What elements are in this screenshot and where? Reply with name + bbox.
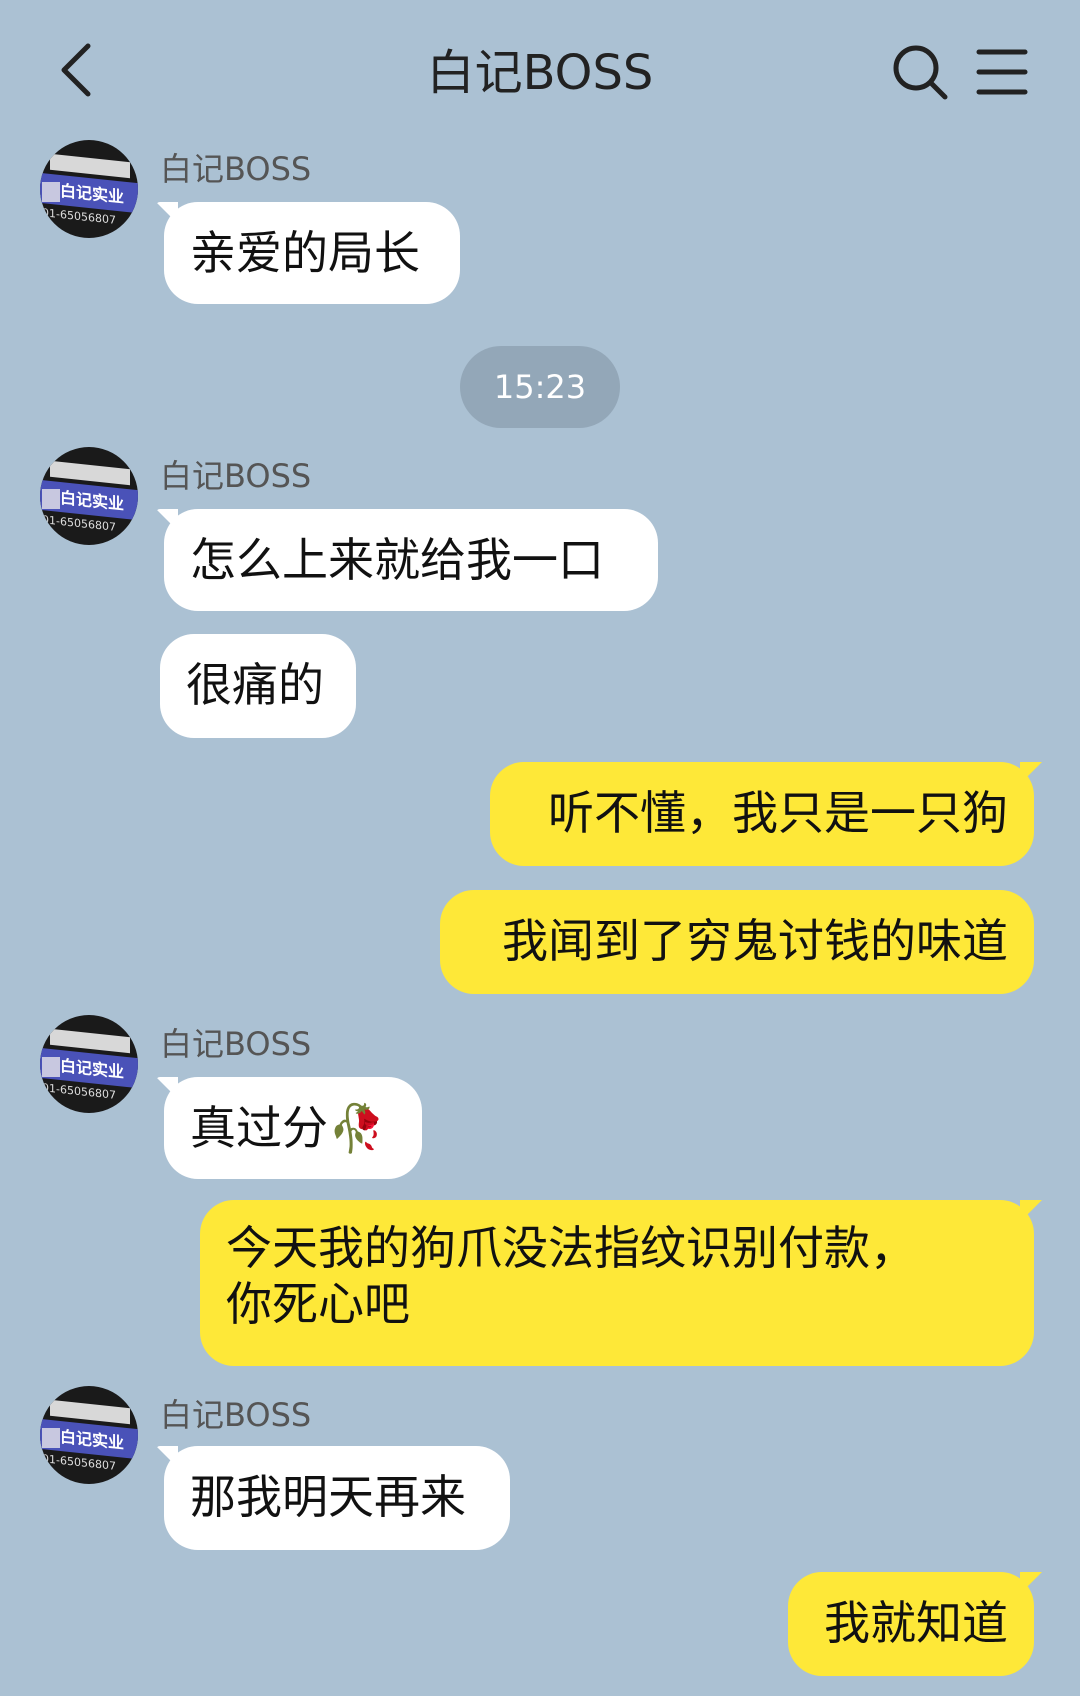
- message-text: 听不懂，我只是一只狗: [548, 786, 1008, 840]
- avatar[interactable]: 白记实业 01-65056807: [40, 447, 138, 545]
- avatar[interactable]: 白记实业 01-65056807: [40, 1015, 138, 1113]
- message-text-line: 你死心吧: [226, 1277, 410, 1331]
- message-text: 亲爱的局长: [190, 226, 420, 280]
- message-bubble[interactable]: 亲爱的局长: [164, 202, 460, 304]
- chat-header: 白记BOSS: [0, 0, 1080, 140]
- time-divider: 15:23: [460, 346, 620, 428]
- message-text: 我就知道: [824, 1596, 1008, 1650]
- search-icon: [893, 45, 948, 100]
- message-text: 真过分: [190, 1101, 328, 1155]
- sender-name: 白记BOSS: [160, 150, 312, 188]
- message-bubble[interactable]: 那我明天再来: [164, 1446, 510, 1550]
- sender-name: 白记BOSS: [160, 457, 312, 495]
- message-text: 很痛的: [186, 658, 324, 712]
- message-text: 那我明天再来: [190, 1470, 466, 1524]
- message-bubble[interactable]: 我就知道: [788, 1572, 1034, 1676]
- message-bubble[interactable]: 真过分🥀: [164, 1077, 422, 1179]
- message-bubble[interactable]: 怎么上来就给我一口: [164, 509, 658, 611]
- message-text: 怎么上来就给我一口: [190, 533, 604, 587]
- message-bubble[interactable]: 今天我的狗爪没法指纹识别付款， 你死心吧: [200, 1200, 1034, 1366]
- message-bubble[interactable]: 听不懂，我只是一只狗: [490, 762, 1034, 866]
- message-text: 我闻到了穷鬼讨钱的味道: [502, 914, 1008, 968]
- avatar-text: 白记实业: [60, 487, 125, 514]
- sender-name: 白记BOSS: [160, 1396, 312, 1434]
- search-button[interactable]: [890, 42, 950, 102]
- avatar[interactable]: 白记实业 01-65056807: [40, 1386, 138, 1484]
- wilted-flower-icon: 🥀: [328, 1101, 386, 1155]
- sender-name: 白记BOSS: [160, 1025, 312, 1063]
- message-text-line: 今天我的狗爪没法指纹识别付款，: [226, 1221, 916, 1275]
- avatar[interactable]: 白记实业 01-65056807: [40, 140, 138, 238]
- message-bubble[interactable]: 我闻到了穷鬼讨钱的味道: [440, 890, 1034, 994]
- message-bubble[interactable]: 很痛的: [160, 634, 356, 738]
- avatar-text: 白记实业: [60, 180, 125, 207]
- avatar-text: 白记实业: [60, 1426, 125, 1453]
- avatar-text: 白记实业: [60, 1055, 125, 1082]
- menu-button[interactable]: [975, 44, 1031, 100]
- menu-icon: [976, 49, 1028, 95]
